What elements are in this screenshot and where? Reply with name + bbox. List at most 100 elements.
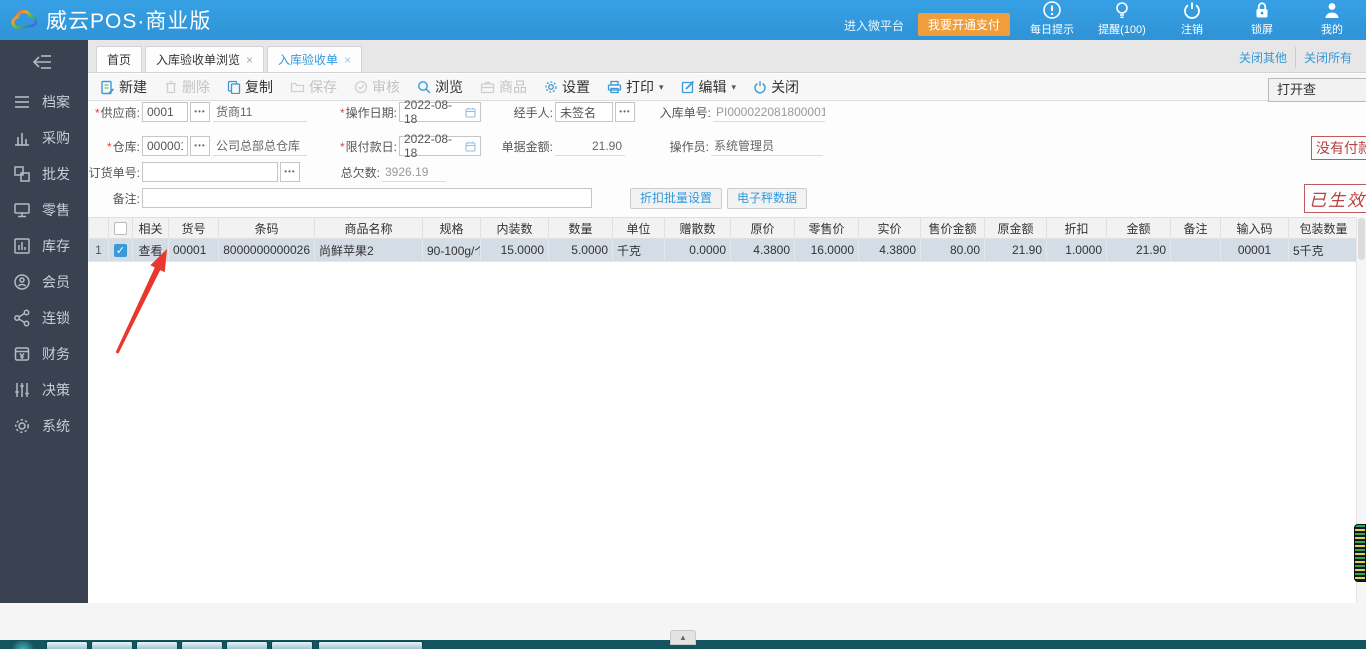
cloud-logo-icon xyxy=(10,8,40,32)
col-discount[interactable]: 折扣 xyxy=(1046,217,1107,239)
cell-gift-qty: 0.0000 xyxy=(664,238,731,262)
open-payment-button[interactable]: 我要开通支付 xyxy=(917,13,1010,36)
tab-close-icon[interactable]: × xyxy=(246,53,253,67)
gear-icon xyxy=(13,417,31,435)
col-remark[interactable]: 备注 xyxy=(1170,217,1221,239)
scale-data-button[interactable]: 电子秤数据 xyxy=(727,187,808,209)
app-title: 威云POS·商业版 xyxy=(46,10,212,33)
table-row[interactable]: 1 ✓ 查看 00001 8000000000026 尚鲜苹果2 90-100g… xyxy=(88,238,1359,262)
taskbar-button[interactable] xyxy=(46,641,88,649)
sidebar-item-decision[interactable]: 决策 xyxy=(0,372,88,408)
col-orig-amount[interactable]: 原金额 xyxy=(984,217,1047,239)
col-input-code[interactable]: 输入码 xyxy=(1220,217,1289,239)
reminder-button[interactable]: 提醒(100) xyxy=(1094,0,1150,37)
lock-icon xyxy=(1252,0,1272,20)
sidebar-item-finance[interactable]: 财务 xyxy=(0,336,88,372)
taskbar-button[interactable] xyxy=(271,641,313,649)
settings-button[interactable]: 设置 xyxy=(544,77,590,97)
taskbar-button[interactable] xyxy=(136,641,178,649)
warehouse-code-input[interactable] xyxy=(142,136,188,156)
enter-micro-platform-link[interactable]: 进入微平台 xyxy=(844,17,904,37)
open-query-button[interactable]: 打开查 xyxy=(1268,78,1366,102)
cell-view-link[interactable]: 查看 xyxy=(132,238,169,262)
handler-input[interactable] xyxy=(555,102,613,122)
col-barcode[interactable]: 条码 xyxy=(218,217,315,239)
col-unit[interactable]: 单位 xyxy=(612,217,665,239)
browse-button[interactable]: 浏览 xyxy=(417,77,463,97)
calendar-icon[interactable] xyxy=(465,141,476,152)
save-button[interactable]: 保存 xyxy=(290,77,337,97)
supplier-code-input[interactable] xyxy=(142,102,188,122)
col-select[interactable] xyxy=(108,217,133,239)
close-others-link[interactable]: 关闭其他 xyxy=(1231,47,1296,68)
taskbar-button[interactable] xyxy=(318,641,423,649)
col-qty[interactable]: 数量 xyxy=(548,217,613,239)
tab-receipt-browse[interactable]: 入库验收单浏览 × xyxy=(145,46,265,72)
col-inner-qty[interactable]: 内装数 xyxy=(480,217,549,239)
chevron-down-icon: ▾ xyxy=(659,81,664,92)
supplier-name-value: 货商11 xyxy=(213,102,307,122)
scrollbar-thumb[interactable] xyxy=(1358,218,1365,260)
doc-amount-label: 单据金额: xyxy=(501,139,553,154)
sidebar-item-member[interactable]: 会员 xyxy=(0,264,88,300)
goods-button[interactable]: 商品 xyxy=(480,77,527,97)
sidebar-item-wholesale[interactable]: 批发 xyxy=(0,156,88,192)
sidebar-item-inventory[interactable]: 库存 xyxy=(0,228,88,264)
row-select-cell[interactable]: ✓ xyxy=(108,238,133,262)
order-no-lookup-button[interactable]: ••• xyxy=(280,162,300,182)
monitor-icon xyxy=(13,201,31,219)
col-name[interactable]: 商品名称 xyxy=(314,217,423,239)
taskbar-button[interactable] xyxy=(181,641,223,649)
col-retail-price[interactable]: 零售价 xyxy=(794,217,859,239)
discount-batch-button[interactable]: 折扣批量设置 xyxy=(630,187,723,209)
pay-due-input[interactable]: 2022-08-18 xyxy=(399,132,481,160)
remark-input[interactable] xyxy=(142,188,592,208)
sidebar-collapse-button[interactable] xyxy=(0,40,88,84)
audit-button[interactable]: 审核 xyxy=(354,77,400,97)
sidebar-item-archive[interactable]: 档案 xyxy=(0,84,88,120)
cell-pack-qty: 5千克 xyxy=(1288,238,1359,262)
sidebar-item-retail[interactable]: 零售 xyxy=(0,192,88,228)
row-checkbox[interactable]: ✓ xyxy=(114,244,127,258)
tab-home[interactable]: 首页 xyxy=(96,46,143,72)
close-button[interactable]: 关闭 xyxy=(753,77,799,97)
col-related[interactable]: 相关 xyxy=(132,217,169,239)
new-button[interactable]: 新建 xyxy=(100,77,147,97)
tab-close-icon[interactable]: × xyxy=(344,53,351,67)
col-orig-price[interactable]: 原价 xyxy=(730,217,795,239)
logout-button[interactable]: 注销 xyxy=(1164,0,1220,37)
warehouse-lookup-button[interactable]: ••• xyxy=(190,136,210,156)
sidebar-item-system[interactable]: 系统 xyxy=(0,408,88,444)
col-spec[interactable]: 规格 xyxy=(422,217,481,239)
tab-receipt-form[interactable]: 入库验收单 × xyxy=(267,46,363,72)
calendar-icon[interactable] xyxy=(465,107,476,118)
lock-screen-button[interactable]: 锁屏 xyxy=(1234,0,1290,37)
profile-button[interactable]: 我的 xyxy=(1304,0,1360,37)
copy-button[interactable]: 复制 xyxy=(227,77,273,97)
cell-qty: 5.0000 xyxy=(548,238,613,262)
taskbar-button[interactable] xyxy=(91,641,133,649)
edit-square-icon xyxy=(681,80,695,94)
col-actual-price[interactable]: 实价 xyxy=(858,217,921,239)
taskbar-button[interactable] xyxy=(226,641,268,649)
scroll-up-button[interactable]: ▲ xyxy=(670,630,696,645)
edit-button[interactable]: 编辑 ▾ xyxy=(681,77,736,97)
delete-button[interactable]: 删除 xyxy=(164,77,210,97)
sidebar-item-purchase[interactable]: 采购 xyxy=(0,120,88,156)
daily-tips-button[interactable]: 每日提示 xyxy=(1024,0,1080,37)
op-date-input[interactable]: 2022-08-18 xyxy=(399,98,481,126)
col-pack-qty[interactable]: 包装数量 xyxy=(1288,217,1359,239)
supplier-lookup-button[interactable]: ••• xyxy=(190,102,210,122)
close-all-link[interactable]: 关闭所有 xyxy=(1296,47,1360,68)
member-icon xyxy=(13,273,31,291)
select-all-checkbox[interactable] xyxy=(114,222,127,236)
sidebar-item-chain[interactable]: 连锁 xyxy=(0,300,88,336)
print-button[interactable]: 打印 ▾ xyxy=(607,77,664,97)
order-no-input[interactable] xyxy=(142,162,278,182)
col-gift-qty[interactable]: 赠散数 xyxy=(664,217,731,239)
start-button[interactable] xyxy=(12,641,34,649)
handler-lookup-button[interactable]: ••• xyxy=(615,102,635,122)
col-amount[interactable]: 金额 xyxy=(1106,217,1171,239)
col-retail-amount[interactable]: 售价金额 xyxy=(920,217,985,239)
col-item-no[interactable]: 货号 xyxy=(168,217,219,239)
